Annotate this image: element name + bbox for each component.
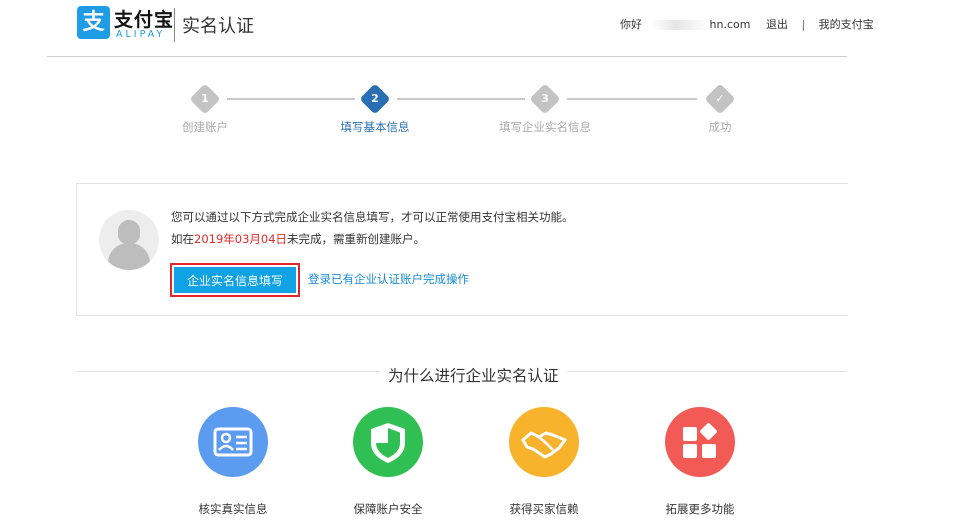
feature-label-verify: 核实真实信息 [198, 502, 268, 516]
deadline-suffix: 未完成，需重新创建账户。 [287, 232, 426, 246]
nav-separator: | [801, 18, 806, 31]
progress-steps: 1 2 3 ✓ 创建账户 填写基本信息 填写企业实名信息 成功 [0, 78, 961, 138]
handshake-icon [509, 407, 579, 477]
logo-text-cn[interactable]: 支付宝 [114, 5, 174, 32]
user-nav: 你好 hn.com 退出 | 我的支付宝 [620, 16, 874, 32]
email-blur [651, 20, 710, 30]
why-title: 为什么进行企业实名认证 [380, 364, 567, 386]
feature-label-security: 保障账户安全 [353, 502, 423, 516]
step-3-icon: 3 [529, 83, 561, 115]
fill-enterprise-info-button[interactable]: 企业实名信息填写 [174, 267, 296, 293]
notice-text: 您可以通过以下方式完成企业实名信息填写，才可以正常使用支付宝相关功能。 [171, 210, 574, 224]
deadline-date: 2019年03月04日 [194, 232, 288, 246]
feature-label-more: 拓展更多功能 [665, 502, 735, 516]
header: 支 支付宝 ALIPAY 实名认证 你好 hn.com 退出 | 我的支付宝 [0, 0, 961, 57]
greeting: 你好 [620, 18, 642, 31]
step-label-basic-info: 填写基本信息 [340, 120, 410, 134]
step-connector [567, 98, 697, 100]
step-label-success: 成功 [708, 120, 732, 134]
apps-icon [665, 407, 735, 477]
step-success-check-icon: ✓ [704, 83, 736, 115]
user-email: hn.com [651, 18, 751, 31]
deadline-text: 如在2019年03月04日未完成，需重新创建账户。 [171, 231, 425, 247]
shield-icon [353, 407, 423, 477]
highlight-box: 企业实名信息填写 [170, 263, 300, 297]
page-title: 实名认证 [182, 16, 254, 37]
step-label-enterprise-info: 填写企业实名信息 [499, 120, 591, 134]
deadline-prefix: 如在 [171, 232, 194, 246]
logout-link[interactable]: 退出 [766, 18, 788, 31]
logo-text-en: ALIPAY [116, 29, 166, 40]
alipay-logo-icon[interactable]: 支 [77, 6, 110, 39]
step-2-icon: 2 [359, 83, 391, 115]
step-connector [227, 98, 355, 100]
step-1-icon: 1 [189, 83, 221, 115]
feature-label-trust: 获得买家信赖 [509, 502, 579, 516]
my-alipay-link[interactable]: 我的支付宝 [819, 18, 874, 31]
header-divider [47, 56, 847, 57]
id-card-icon [198, 407, 268, 477]
avatar-icon [99, 210, 159, 270]
step-label-create-account: 创建账户 [182, 120, 228, 134]
step-connector [397, 98, 525, 100]
notice-card: 您可以通过以下方式完成企业实名信息填写，才可以正常使用支付宝相关功能。 如在20… [76, 183, 848, 316]
logo-divider [174, 8, 175, 42]
email-suffix: hn.com [709, 18, 751, 31]
login-existing-account-link[interactable]: 登录已有企业认证账户完成操作 [308, 271, 469, 287]
